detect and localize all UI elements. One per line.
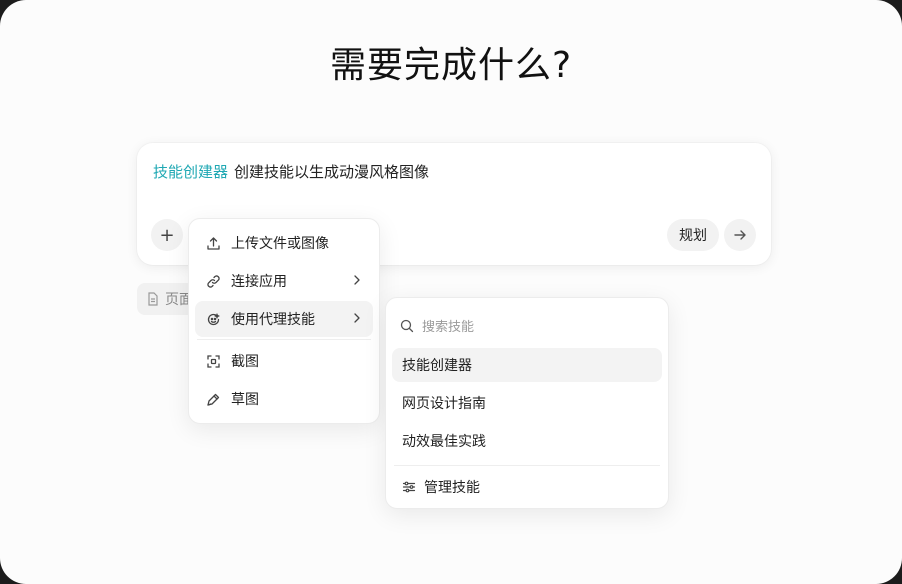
- menu-divider: [197, 339, 371, 340]
- submenu-divider: [394, 465, 660, 466]
- skill-item-label: 网页设计指南: [402, 396, 486, 412]
- menu-item-label: 上传文件或图像: [231, 236, 329, 252]
- menu-item-sketch[interactable]: 草图: [195, 381, 373, 417]
- chevron-right-icon: [351, 273, 363, 287]
- attach-menu: 上传文件或图像 连接应用 使用代理技能 截图 草图: [188, 218, 380, 424]
- skill-item-label: 动效最佳实践: [402, 434, 486, 450]
- menu-item-label: 草图: [231, 392, 259, 408]
- menu-item-label: 连接应用: [231, 274, 287, 290]
- pen-icon: [205, 391, 221, 407]
- manage-skills-label: 管理技能: [424, 480, 480, 496]
- plus-icon: +: [159, 224, 175, 246]
- menu-item-label: 截图: [231, 354, 259, 370]
- skill-item-label: 技能创建器: [402, 358, 472, 374]
- arrow-right-icon: [733, 228, 747, 242]
- menu-item-label: 使用代理技能: [231, 312, 315, 328]
- menu-item-upload[interactable]: 上传文件或图像: [195, 225, 373, 261]
- upload-icon: [205, 235, 221, 251]
- sliders-icon: [402, 480, 416, 494]
- prompt-text: 创建技能以生成动漫风格图像: [234, 163, 430, 181]
- skill-icon: [205, 311, 221, 327]
- skills-submenu: 搜索技能 技能创建器 网页设计指南 动效最佳实践 管理技能: [385, 297, 669, 509]
- skill-item-motion[interactable]: 动效最佳实践: [392, 424, 662, 458]
- file-icon: [147, 292, 159, 306]
- send-button[interactable]: [724, 219, 756, 251]
- search-input[interactable]: 搜索技能: [422, 316, 474, 335]
- skill-search[interactable]: 搜索技能: [400, 316, 474, 335]
- screenshot-icon: [205, 353, 221, 369]
- manage-skills-button[interactable]: 管理技能: [402, 477, 480, 497]
- add-button[interactable]: +: [151, 219, 183, 251]
- link-icon: [205, 273, 221, 289]
- skill-item-web-design[interactable]: 网页设计指南: [392, 386, 662, 420]
- menu-item-agent-skills[interactable]: 使用代理技能: [195, 301, 373, 337]
- menu-item-screenshot[interactable]: 截图: [195, 343, 373, 379]
- menu-item-connect-apps[interactable]: 连接应用: [195, 263, 373, 299]
- page-title: 需要完成什么?: [329, 45, 573, 86]
- chevron-right-icon: [351, 311, 363, 325]
- prompt-input[interactable]: 技能创建器 创建技能以生成动漫风格图像: [153, 161, 429, 182]
- skill-tag[interactable]: 技能创建器: [153, 163, 228, 181]
- search-icon: [400, 319, 414, 333]
- skill-item-creator[interactable]: 技能创建器: [392, 348, 662, 382]
- plan-button[interactable]: 规划: [667, 219, 719, 251]
- app-window: 需要完成什么? 技能创建器 创建技能以生成动漫风格图像 + 规划 页面 上传文件…: [0, 0, 902, 584]
